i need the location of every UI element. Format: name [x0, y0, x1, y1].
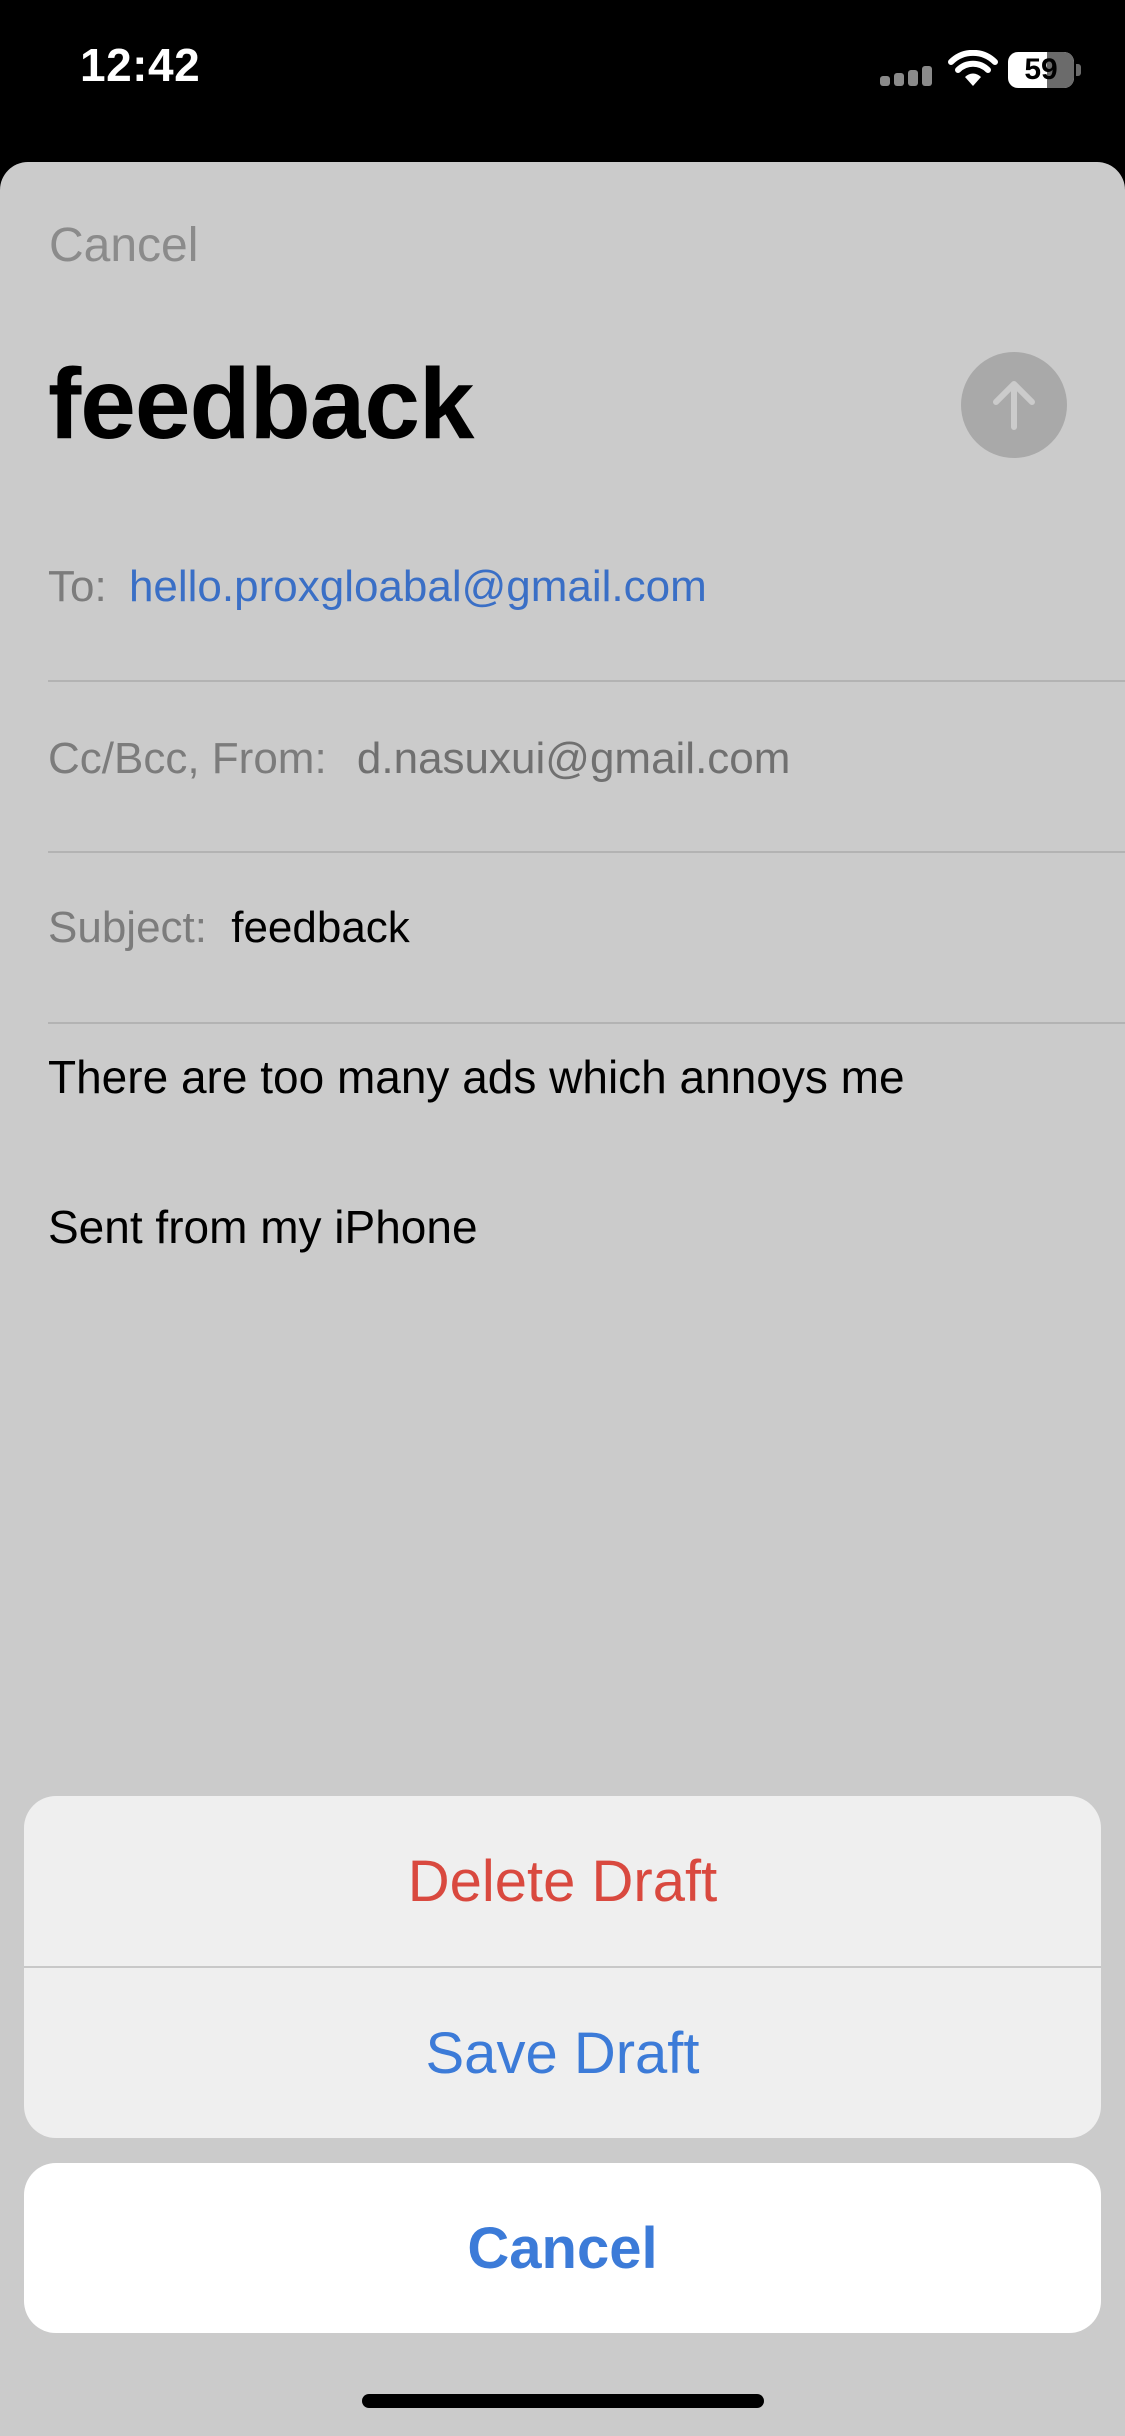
from-address[interactable]: d.nasuxui@gmail.com: [357, 734, 791, 783]
action-sheet: Delete Draft Save Draft: [24, 1796, 1101, 2138]
compose-cancel-button[interactable]: Cancel: [49, 218, 198, 273]
to-label: To:: [48, 562, 107, 611]
save-draft-button[interactable]: Save Draft: [24, 1968, 1101, 2138]
to-field[interactable]: To: hello.proxgloabal@gmail.com: [48, 562, 1125, 612]
compose-title: feedback: [48, 348, 475, 460]
cc-bcc-from-label: Cc/Bcc, From:: [48, 734, 327, 783]
subject-field[interactable]: Subject: feedback: [48, 903, 1125, 953]
delete-draft-button[interactable]: Delete Draft: [24, 1796, 1101, 1966]
message-body[interactable]: There are too many ads which annoys me: [48, 1050, 905, 1104]
signature[interactable]: Sent from my iPhone: [48, 1200, 478, 1254]
subject-input[interactable]: feedback: [231, 903, 410, 952]
battery-icon: 59: [1008, 52, 1081, 88]
arrow-up-icon: [993, 381, 1035, 430]
divider: [48, 1022, 1125, 1024]
battery-level: 59: [1024, 53, 1058, 86]
send-button[interactable]: [961, 352, 1067, 458]
divider: [48, 680, 1125, 682]
subject-label: Subject:: [48, 903, 207, 952]
cc-bcc-from-field[interactable]: Cc/Bcc, From: d.nasuxui@gmail.com: [48, 734, 1125, 784]
screen: 12:42 59 Cancel feedback To: hello.proxg…: [0, 0, 1125, 2436]
divider: [48, 851, 1125, 853]
action-cancel-button[interactable]: Cancel: [24, 2163, 1101, 2333]
status-bar: 12:42 59: [0, 0, 1125, 150]
home-indicator[interactable]: [362, 2394, 764, 2408]
cellular-signal-icon: [880, 66, 936, 86]
status-time: 12:42: [80, 39, 201, 91]
to-recipient[interactable]: hello.proxgloabal@gmail.com: [129, 562, 707, 611]
wifi-icon: [948, 50, 998, 86]
